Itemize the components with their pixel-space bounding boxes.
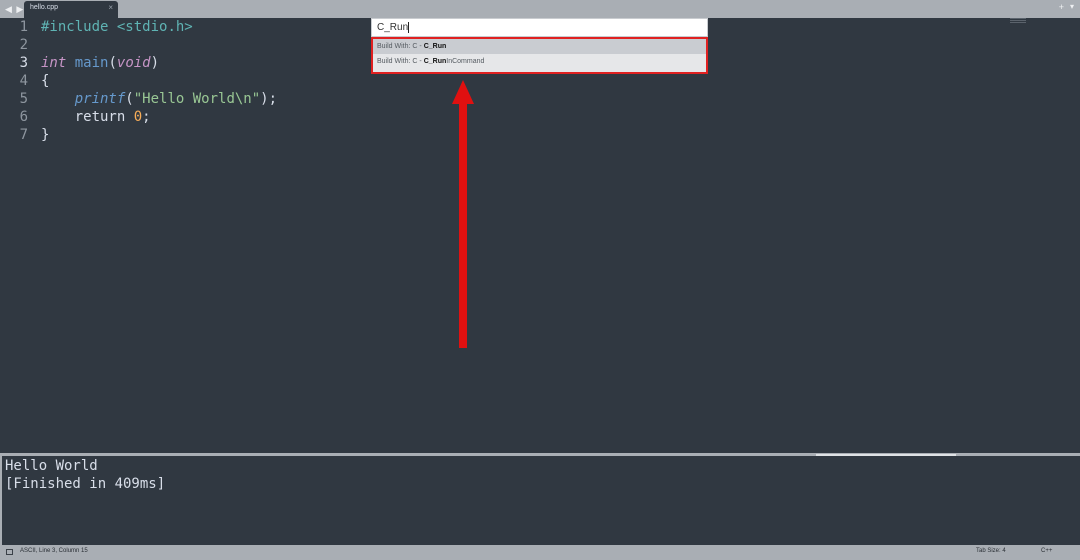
item-match: C_Run [423, 43, 447, 50]
annotation-arrow-shaft [459, 100, 467, 348]
new-tab-icon[interactable]: + [1059, 2, 1064, 12]
string-literal: "Hello World\n" [133, 91, 261, 107]
code-line-1[interactable]: #include <stdio.h> [41, 18, 277, 36]
command-palette: C_Run Build With: C - C_Run Build With: … [371, 18, 708, 74]
function-name: main [74, 55, 109, 71]
type-keyword: int [41, 55, 67, 71]
line-number-active: 3 [19, 55, 28, 71]
code-line-6[interactable]: return 0; [41, 108, 277, 126]
line-number: 2 [19, 37, 28, 53]
status-bar: ASCII, Line 3, Column 15 Tab Size: 4 C++ [0, 545, 1080, 560]
line-number: 4 [19, 73, 28, 89]
build-output-panel[interactable]: Hello World [Finished in 409ms] [0, 456, 1080, 545]
line-gutter: 1 2 3 4 5 6 7 [0, 18, 32, 144]
return-keyword: return [74, 109, 126, 125]
palette-query: C_Run [377, 22, 409, 33]
param-type: void [116, 55, 151, 71]
palette-item-c-run-in-command[interactable]: Build With: C - C_RunInCommand [373, 54, 706, 69]
paren-open: ( [125, 91, 134, 107]
status-syntax[interactable]: C++ [1041, 548, 1052, 554]
palette-item-c-run[interactable]: Build With: C - C_Run [373, 39, 706, 54]
tab-menu-icon[interactable]: ▾ [1070, 2, 1074, 11]
code-editor[interactable]: 1 2 3 4 5 6 7 #include <stdio.h> int mai… [0, 18, 1080, 454]
tab-bar: ◀ ▶ hello.cpp × + ▾ [0, 0, 1080, 18]
open-brace: { [41, 73, 50, 89]
paren-close: ) [150, 55, 160, 71]
minimap[interactable] [1010, 18, 1026, 26]
code-line-5[interactable]: printf("Hello World\n"); [41, 90, 277, 108]
close-icon[interactable]: × [108, 3, 113, 12]
code-text[interactable]: #include <stdio.h> int main(void) { prin… [41, 18, 277, 144]
call-close: ); [260, 91, 278, 107]
item-prefix: Build With: C - [377, 58, 424, 65]
text-caret [408, 21, 410, 33]
code-line-7[interactable]: } [41, 126, 277, 144]
code-line-3[interactable]: int main(void) [41, 54, 277, 72]
line-number: 1 [19, 19, 28, 35]
include-header: <stdio.h> [116, 19, 193, 35]
close-brace: } [41, 127, 50, 143]
status-tab-size[interactable]: Tab Size: 4 [976, 548, 1006, 554]
line-number: 5 [19, 91, 28, 107]
palette-search-input[interactable]: C_Run [371, 18, 708, 37]
line-number: 7 [19, 127, 28, 143]
status-position: ASCII, Line 3, Column 15 [20, 548, 88, 554]
code-line-2[interactable] [41, 36, 277, 54]
include-directive: #include [41, 19, 109, 35]
panel-toggle-icon[interactable] [6, 549, 13, 555]
semicolon: ; [142, 109, 151, 125]
item-suffix: InCommand [446, 58, 485, 65]
return-value: 0 [133, 109, 143, 125]
output-line: [Finished in 409ms] [5, 476, 166, 492]
tab-hello-cpp[interactable]: hello.cpp × [24, 1, 118, 18]
paren-open: ( [108, 55, 117, 71]
item-prefix: Build With: C - [377, 43, 424, 50]
printf-call: printf [74, 91, 126, 107]
output-line: Hello World [5, 458, 98, 474]
tab-nav-arrows-icon[interactable]: ◀ ▶ [5, 2, 25, 16]
code-line-4[interactable]: { [41, 72, 277, 90]
line-number: 6 [19, 109, 28, 125]
item-match: C_Run [423, 58, 447, 65]
tab-label: hello.cpp [30, 4, 59, 11]
palette-results: Build With: C - C_Run Build With: C - C_… [371, 37, 708, 74]
